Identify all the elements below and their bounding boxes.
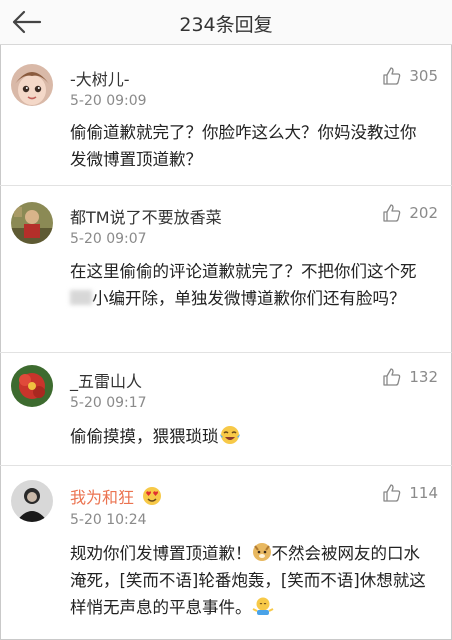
comment-text-part: 规劝你们发博置顶道歉！: [70, 544, 252, 563]
username-text[interactable]: 我为和狂: [70, 488, 134, 507]
comment-item: 都TM说了不要放香菜 5-20 09:07 202 在这里偷偷的评论道歉就完了？…: [0, 186, 452, 353]
avatar[interactable]: [11, 480, 53, 522]
comment-item: _五雷山人 5-20 09:17 132 偷偷摸摸，猥猥琐琐: [0, 353, 452, 466]
username[interactable]: 我为和狂: [70, 484, 162, 508]
comment-item: -大树儿- 5-20 09:09 305 偷偷道歉就完了？你脸咋这么大？你妈没教…: [0, 45, 452, 186]
like-count: 202: [409, 204, 438, 222]
timestamp: 5-20 10:24: [70, 512, 147, 528]
like-count: 114: [409, 484, 438, 502]
username[interactable]: -大树儿-: [70, 66, 130, 90]
top-bar: 234条回复: [0, 0, 452, 45]
comment-text-part: 在这里偷偷的评论道歉就完了？不把你们这个死: [70, 262, 417, 281]
avatar[interactable]: [11, 202, 53, 244]
username[interactable]: _五雷山人: [70, 368, 142, 392]
avatar[interactable]: [11, 64, 53, 106]
timestamp: 5-20 09:09: [70, 93, 147, 109]
username[interactable]: 都TM说了不要放香菜: [70, 204, 222, 228]
avatar[interactable]: [11, 365, 53, 407]
comment-text-part: 偷偷摸摸，猥猥琐琐: [70, 427, 219, 446]
timestamp: 5-20 09:17: [70, 395, 147, 411]
like-count: 305: [409, 67, 438, 85]
censored-blur: [70, 290, 92, 305]
page-title: 234条回复: [179, 14, 273, 36]
comment-text: 偷偷道歉就完了？你脸咋这么大？你妈没教过你发微博置顶道歉？: [70, 123, 417, 169]
shrug-emoji-icon: [252, 597, 273, 615]
comment-text: 偷偷摸摸，猥猥琐琐: [70, 423, 430, 450]
crying-laughing-emoji-icon: [219, 426, 240, 444]
comment-text: 在这里偷偷的评论道歉就完了？不把你们这个死小编开除，单独发微博道歉你们还有脸吗？: [70, 258, 430, 312]
heart-eyes-emoji-icon: [143, 487, 162, 505]
comment-text-part: 小编开除，单独发微博道歉你们还有脸吗？: [92, 289, 406, 308]
timestamp: 5-20 09:07: [70, 231, 147, 247]
like-count: 132: [409, 368, 438, 386]
doge-emoji-icon: [252, 543, 271, 561]
comment-text: 规劝你们发博置顶道歉！ 不然会被网友的口水淹死，[笑而不语]轮番炮轰，[笑而不语…: [70, 540, 430, 621]
comment-item: 我为和狂 5-20 10:24 114 规劝你们发博置顶道歉！ 不然会被网友的口…: [0, 466, 452, 638]
